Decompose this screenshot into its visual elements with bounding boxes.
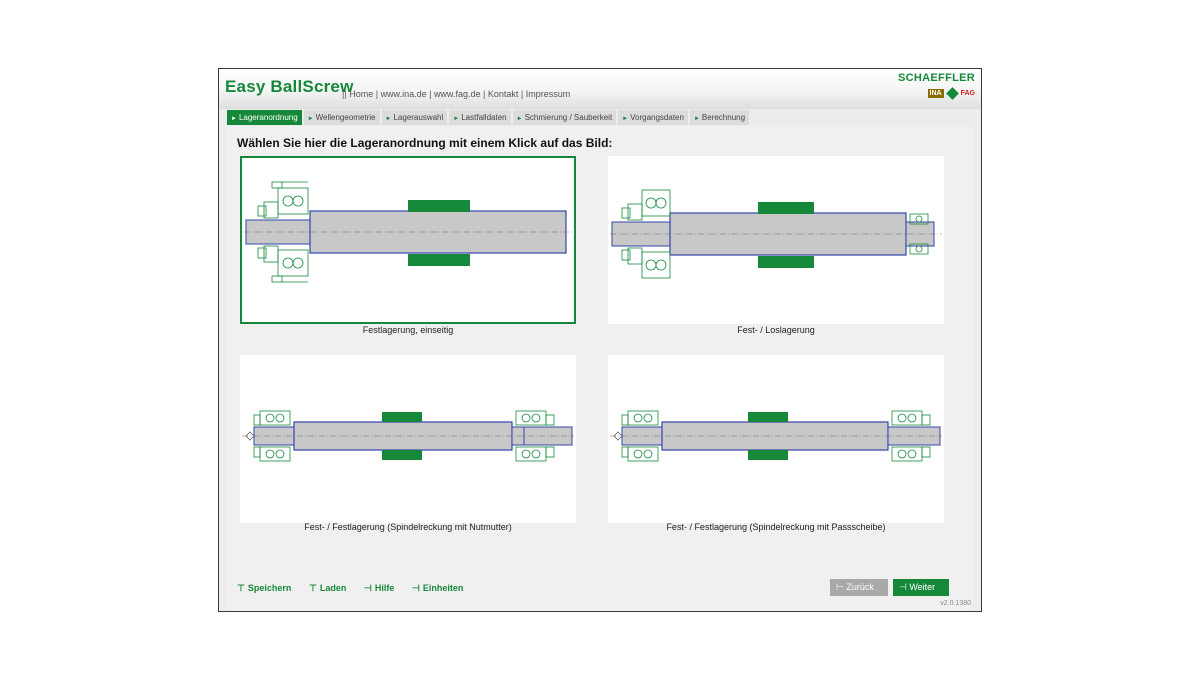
tab-label: Berechnung: [701, 113, 746, 122]
back-label: Zurück: [846, 582, 874, 592]
tab-label: Schmierung / Sauberkeit: [524, 113, 613, 122]
option-label: Fest- / Loslagerung: [737, 325, 815, 335]
option-festlagerung-einseitig[interactable]: [240, 156, 576, 324]
top-links: || Home | www.ina.de | www.fag.de | Kont…: [342, 89, 571, 99]
units-label: Einheiten: [422, 583, 464, 593]
option-fest-loslagerung[interactable]: [608, 156, 944, 324]
load-button[interactable]: ⊤ Laden: [309, 583, 346, 594]
tab-arrow-icon: ►: [622, 116, 629, 122]
tab-wellengeometrie[interactable]: ► Wellengeometrie: [303, 110, 380, 125]
tab-lageranordnung[interactable]: ► Lageranordnung: [227, 110, 302, 125]
help-label: Hilfe: [374, 583, 395, 593]
back-arrow-icon: ⊢: [836, 582, 847, 592]
link-home[interactable]: Home: [349, 89, 373, 99]
link-impressum[interactable]: Impressum: [526, 89, 571, 99]
tab-label: Lageranordnung: [238, 113, 298, 122]
tab-arrow-icon: ►: [693, 116, 700, 122]
step-tabs: ► Lageranordnung ► Wellengeometrie ► Lagera…: [227, 110, 751, 125]
app-window: Easy BallScrew || Home | www.ina.de | ww…: [218, 68, 982, 612]
tab-berechnung[interactable]: ► Berechnung: [689, 110, 750, 125]
tab-arrow-icon: ►: [516, 116, 523, 122]
brand-logos: INA FAG: [927, 87, 975, 100]
save-label: Speichern: [247, 583, 292, 593]
help-icon: ⊣: [364, 583, 372, 593]
next-button[interactable]: ⊣ Weiter: [893, 579, 949, 596]
option-label: Festlagerung, einseitig: [362, 325, 454, 335]
tab-lastfalldaten[interactable]: ► Lastfalldaten: [449, 110, 511, 125]
tab-arrow-icon: ►: [453, 116, 460, 122]
load-label: Laden: [319, 583, 347, 593]
fag-logo: FAG: [960, 90, 975, 97]
bearing-diagram-image: [244, 181, 572, 283]
bearing-diagram-image: [242, 410, 574, 462]
link-fag[interactable]: www.fag.de: [434, 89, 481, 99]
save-button[interactable]: ⊤ Speichern: [237, 583, 291, 594]
page-prompt: Wählen Sie hier die Lageranordnung mit e…: [237, 136, 613, 150]
bearing-diagram-image: [610, 410, 942, 462]
help-button[interactable]: ⊣ Hilfe: [364, 583, 394, 594]
tab-label: Vorgangsdaten: [630, 113, 684, 122]
tab-arrow-icon: ►: [385, 116, 392, 122]
option-fest-festlagerung-passscheibe[interactable]: [608, 355, 944, 523]
schaeffler-logo: SCHAEFFLER: [898, 72, 975, 84]
tab-arrow-icon: ►: [231, 116, 237, 122]
tab-label: Lagerauswahl: [393, 113, 444, 122]
tab-label: Wellengeometrie: [315, 113, 376, 122]
next-label: Weiter: [909, 582, 936, 592]
load-icon: ⊤: [309, 583, 317, 593]
option-label: Fest- / Festlagerung (Spindelreckung mit…: [304, 522, 512, 532]
diamond-logo-icon: [945, 87, 959, 100]
units-button[interactable]: ⊣ Einheiten: [412, 583, 463, 594]
app-header: Easy BallScrew || Home | www.ina.de | ww…: [219, 69, 981, 109]
version-label: v2.0.1380: [940, 600, 971, 607]
link-ina[interactable]: www.ina.de: [381, 89, 427, 99]
units-icon: ⊣: [412, 583, 420, 593]
tab-lagerauswahl[interactable]: ► Lagerauswahl: [381, 110, 448, 125]
tab-label: Lastfalldaten: [461, 113, 507, 122]
tab-vorgangsdaten[interactable]: ► Vorgangsdaten: [618, 110, 688, 125]
link-kontakt[interactable]: Kontakt: [488, 89, 519, 99]
ina-logo: INA: [927, 89, 944, 98]
option-label: Fest- / Festlagerung (Spindelreckung mit…: [666, 522, 886, 532]
option-fest-festlagerung-nutmutter[interactable]: [240, 355, 576, 523]
back-button[interactable]: ⊢ Zurück: [830, 579, 888, 596]
links-separator: ||: [342, 89, 347, 99]
bearing-diagram-image: [610, 189, 942, 279]
tab-schmierung[interactable]: ► Schmierung / Sauberkeit: [512, 110, 617, 125]
save-icon: ⊤: [237, 583, 245, 593]
next-arrow-icon: ⊣: [899, 582, 910, 592]
app-title: Easy BallScrew: [225, 77, 354, 96]
tab-arrow-icon: ►: [307, 116, 314, 122]
